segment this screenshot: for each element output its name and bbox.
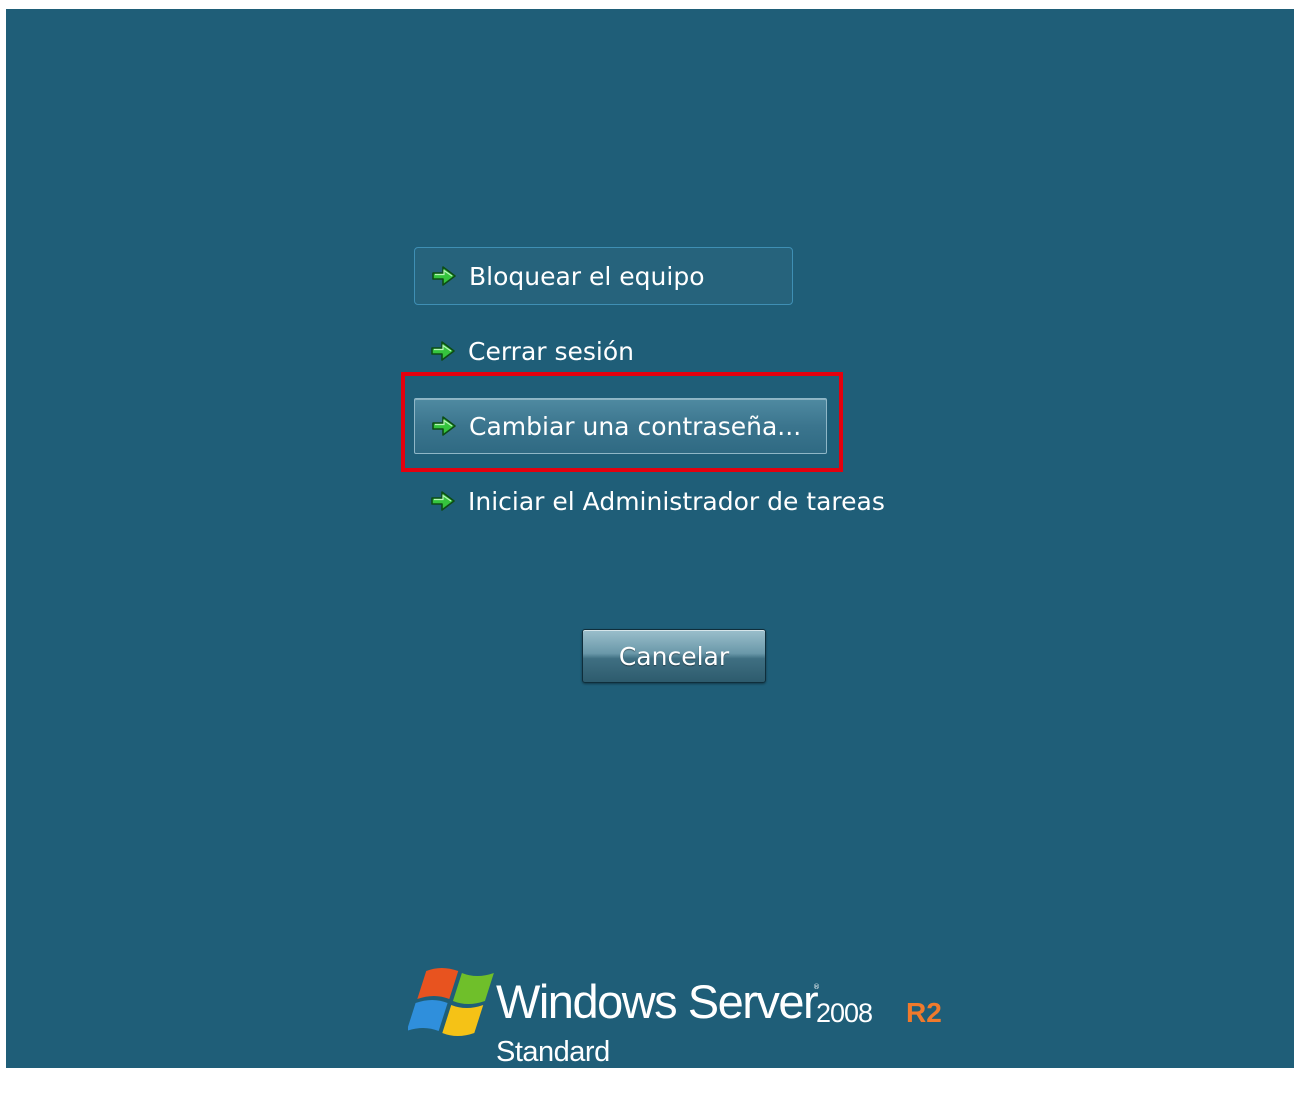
product-release: R2 [906,997,942,1028]
registered-mark: ® [813,983,820,991]
cancel-button-label: Cancelar [618,641,730,671]
lock-computer-option[interactable]: Bloquear el equipo [414,247,793,305]
start-task-manager-option[interactable]: Iniciar el Administrador de tareas [414,472,934,530]
green-arrow-icon [431,341,455,361]
windows-server-branding: Windows Server ® 2008 R2 Standard [408,961,968,1071]
green-arrow-icon [432,266,456,286]
product-name: Windows Server [496,975,819,1028]
product-edition: Standard [496,1036,610,1068]
green-arrow-icon [431,491,455,511]
product-version: 2008 [816,998,873,1028]
log-off-label: Cerrar sesión [468,336,635,366]
green-arrow-icon [432,416,456,436]
cancel-button[interactable]: Cancelar [582,629,766,683]
lock-computer-label: Bloquear el equipo [469,261,705,291]
log-off-option[interactable]: Cerrar sesión [414,322,714,380]
windows-flag-icon [408,968,494,1036]
change-password-label: Cambiar una contraseña... [469,411,802,441]
start-task-manager-label: Iniciar el Administrador de tareas [468,486,885,516]
change-password-option[interactable]: Cambiar una contraseña... [414,398,827,454]
security-options-screen: Bloquear el equipo Cerrar sesión Cambiar… [6,9,1294,1068]
